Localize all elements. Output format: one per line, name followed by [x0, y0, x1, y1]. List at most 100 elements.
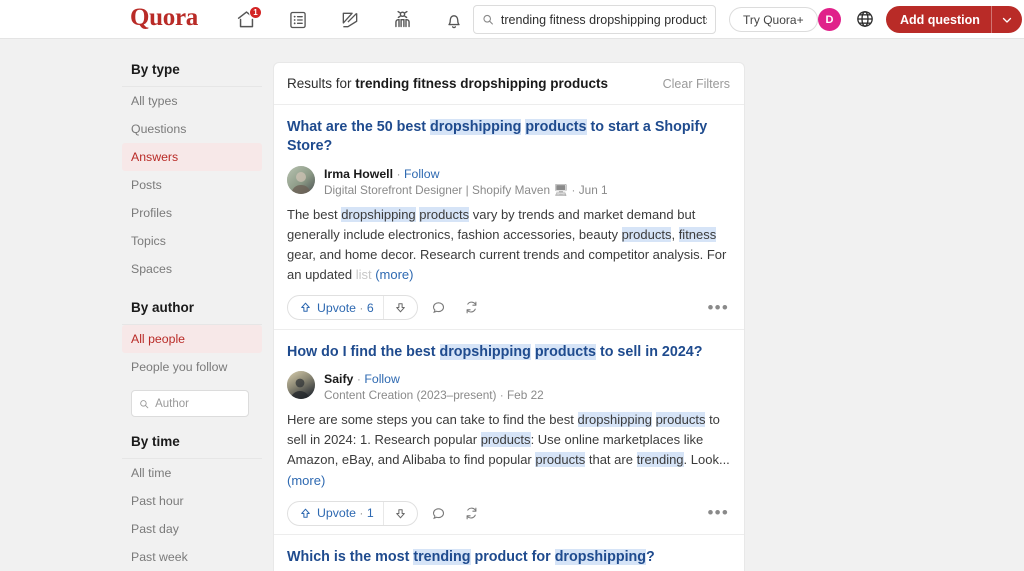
search-term-highlight: dropshipping [554, 549, 647, 566]
top-navigation-bar: Quora 1 trending fitness dropshipping pr… [0, 0, 1024, 39]
repost-icon [466, 507, 477, 519]
upvote-button[interactable]: Upvote · 6 [288, 301, 383, 315]
notifications-bell-icon[interactable] [441, 7, 467, 33]
result-title[interactable]: What are the 50 best dropshipping produc… [287, 118, 731, 157]
home-icon[interactable]: 1 [233, 5, 262, 33]
result-title[interactable]: Which is the most trending product for d… [287, 548, 731, 567]
search-term-highlight: fitness [678, 226, 717, 242]
author-name[interactable]: Irma Howell · Follow [324, 167, 608, 181]
repost-button[interactable] [459, 506, 484, 521]
more-options-button[interactable]: ••• [708, 299, 729, 316]
search-term-highlight: products [535, 452, 586, 468]
comment-button[interactable] [426, 300, 451, 315]
sidebar-section-title-by-type: By type [122, 62, 262, 87]
snippet-fade-text: list [355, 267, 372, 283]
clear-filters-button[interactable]: Clear Filters [663, 77, 730, 91]
results-header: Results for trending fitness dropshippin… [274, 63, 744, 105]
results-label: Results for trending fitness dropshippin… [287, 76, 608, 91]
search-icon [483, 14, 493, 25]
author-credential: Content Creation (2023–present) · Feb 22 [324, 387, 544, 402]
repost-icon [466, 301, 477, 314]
globe-icon[interactable] [853, 7, 877, 31]
quora-logo[interactable]: Quora [130, 4, 198, 32]
sidebar-item-past-hour[interactable]: Past hour [122, 487, 262, 515]
sidebar-item-spaces[interactable]: Spaces [122, 255, 262, 283]
sidebar-section-title-by-time: By time [122, 417, 262, 459]
chevron-down-icon[interactable] [992, 14, 1022, 26]
search-term-highlight: dropshipping [341, 206, 416, 222]
more-options-button[interactable]: ••• [708, 504, 729, 521]
downvote-button[interactable] [384, 301, 417, 314]
search-term-highlight: products [534, 343, 596, 360]
follow-button[interactable]: Follow [364, 372, 400, 386]
sidebar-item-all-types[interactable]: All types [122, 87, 262, 115]
sidebar-item-people-you-follow[interactable]: People you follow [122, 353, 262, 381]
sidebar-item-all-people[interactable]: All people [122, 325, 262, 353]
search-term-highlight: trending [413, 549, 471, 566]
downvote-arrow-icon [395, 303, 405, 313]
author-input[interactable] [155, 397, 241, 410]
sidebar-item-answers[interactable]: Answers [122, 143, 262, 171]
search-term-highlight: products [621, 226, 672, 242]
result-item: Which is the most trending product for d… [274, 535, 744, 571]
spaces-people-icon[interactable] [389, 7, 415, 33]
upvote-control[interactable]: Upvote · 1 [287, 500, 418, 526]
comment-bubble-icon [432, 507, 444, 519]
upvote-control[interactable]: Upvote · 6 [287, 295, 418, 321]
more-link[interactable]: (more) [287, 473, 325, 488]
home-badge-count: 1 [249, 5, 262, 19]
result-title[interactable]: How do I find the best dropshipping prod… [287, 343, 731, 362]
avatar[interactable] [287, 165, 315, 194]
write-answer-icon[interactable] [337, 7, 363, 33]
result-action-bar: Upvote · 1 ••• [287, 500, 731, 526]
author-filter-field[interactable] [131, 390, 249, 417]
results-label-prefix: Results for [287, 76, 356, 91]
sidebar-section-title-by-author: By author [122, 283, 262, 325]
user-avatar[interactable]: D [818, 8, 841, 31]
repost-button[interactable] [459, 300, 484, 315]
author-credential: Digital Storefront Designer | Shopify Ma… [324, 182, 608, 197]
search-results-card: Results for trending fitness dropshippin… [273, 62, 745, 571]
avatar[interactable] [287, 370, 315, 399]
upvote-label: Upvote · 6 [317, 300, 374, 315]
follow-button[interactable]: Follow [404, 167, 440, 181]
search-bar[interactable] [473, 5, 716, 34]
result-author-row: Irma Howell · Follow Digital Storefront D… [287, 165, 731, 197]
search-term-highlight: dropshipping [430, 119, 522, 135]
result-author-row: Saify · Follow Content Creation (2023–pre… [287, 370, 731, 402]
upvote-button[interactable]: Upvote · 1 [288, 506, 383, 520]
sidebar-item-posts[interactable]: Posts [122, 171, 262, 199]
upvote-label: Upvote · 1 [317, 506, 374, 521]
upvote-arrow-icon [301, 302, 310, 312]
search-term-highlight: products [419, 206, 470, 222]
sidebar-item-all-time[interactable]: All time [122, 459, 262, 487]
page-body: By type All types Questions Answers Post… [0, 39, 1024, 571]
more-link[interactable]: (more) [375, 267, 413, 282]
add-question-label: Add question [900, 12, 980, 27]
sidebar-item-past-day[interactable]: Past day [122, 515, 262, 543]
nav-icon-group: 1 [233, 0, 467, 39]
search-icon [140, 399, 149, 408]
result-snippet: The best dropshipping products vary by t… [287, 206, 727, 283]
search-term-highlight: products [525, 119, 587, 135]
search-term-highlight: dropshipping [439, 343, 531, 360]
try-quora-plus-button[interactable]: Try Quora+ [729, 7, 818, 32]
results-list: What are the 50 best dropshipping produc… [274, 105, 744, 571]
search-input[interactable] [500, 12, 707, 27]
results-query: trending fitness dropshipping products [355, 76, 609, 91]
sidebar-item-topics[interactable]: Topics [122, 227, 262, 255]
search-term-highlight: trending [636, 452, 684, 468]
search-term-highlight: products [480, 432, 531, 448]
feed-list-icon[interactable] [285, 7, 311, 33]
result-item: How do I find the best dropshipping prod… [274, 330, 744, 536]
downvote-button[interactable] [384, 507, 417, 520]
filters-sidebar: By type All types Questions Answers Post… [122, 62, 262, 571]
comment-bubble-icon [432, 302, 444, 314]
upvote-arrow-icon [301, 508, 310, 518]
comment-button[interactable] [426, 506, 451, 521]
sidebar-item-profiles[interactable]: Profiles [122, 199, 262, 227]
sidebar-item-past-week[interactable]: Past week [122, 543, 262, 571]
add-question-button[interactable]: Add question [886, 6, 1022, 33]
sidebar-item-questions[interactable]: Questions [122, 115, 262, 143]
author-name[interactable]: Saify · Follow [324, 372, 544, 386]
